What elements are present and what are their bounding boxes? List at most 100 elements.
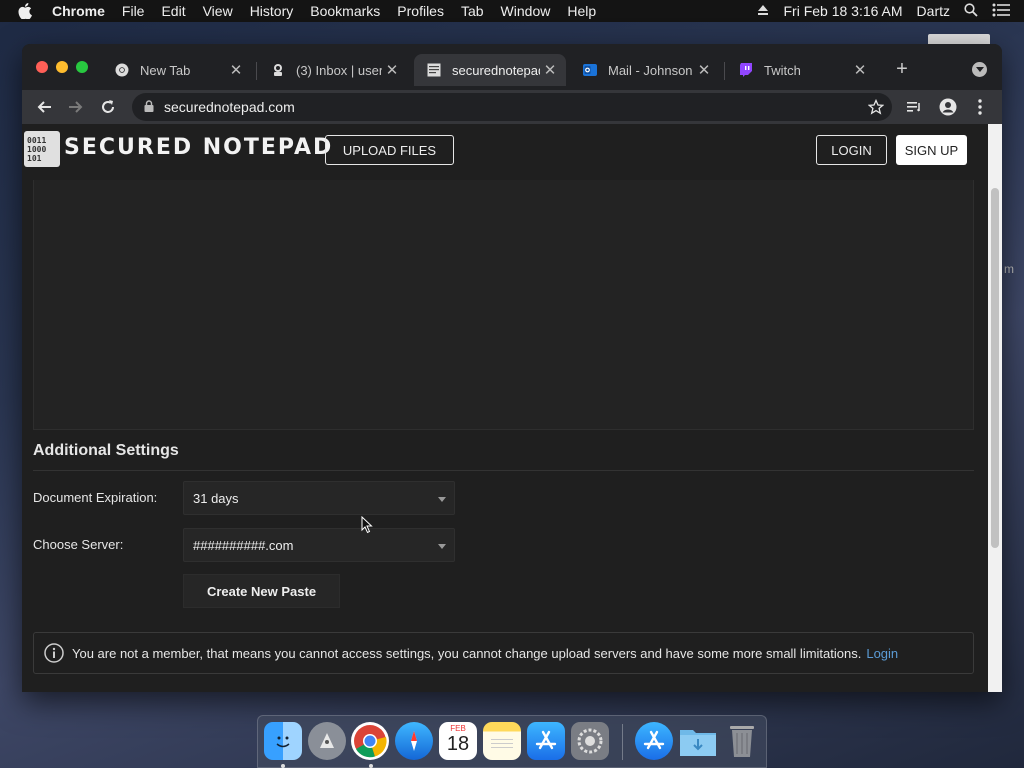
desktop-edge-text: m bbox=[1004, 262, 1014, 276]
tab-mail-johnson[interactable]: Mail - Johnson ✕ bbox=[570, 54, 720, 86]
tab-divider bbox=[256, 62, 257, 80]
apple-icon[interactable] bbox=[18, 3, 38, 19]
choose-server-select[interactable]: ##########.com bbox=[183, 528, 455, 562]
calendar-icon[interactable]: FEB 18 bbox=[439, 722, 477, 760]
close-tab-icon[interactable]: ✕ bbox=[382, 61, 402, 79]
reading-list-icon[interactable] bbox=[902, 95, 926, 119]
chrome-icon bbox=[114, 62, 130, 78]
chevron-down-icon bbox=[438, 497, 446, 502]
menu-history[interactable]: History bbox=[250, 3, 294, 19]
logo-bits-line: 1000 bbox=[27, 144, 47, 154]
scrollbar-thumb[interactable] bbox=[991, 188, 999, 548]
document-expiration-label: Document Expiration: bbox=[33, 490, 158, 505]
system-preferences-icon[interactable] bbox=[571, 722, 609, 760]
minimize-window-button[interactable] bbox=[56, 61, 68, 73]
tab-search-icon[interactable] bbox=[972, 62, 987, 77]
document-expiration-select[interactable]: 31 days bbox=[183, 481, 455, 515]
calendar-day: 18 bbox=[446, 733, 470, 755]
macos-dock: FEB 18 bbox=[257, 715, 767, 768]
site-header: 0011 1000 101 SECURED NOTEPAD UPLOAD FIL… bbox=[22, 124, 988, 180]
browser-toolbar: securednotepad.com bbox=[22, 90, 1002, 124]
control-center-icon[interactable] bbox=[992, 3, 1010, 20]
close-tab-icon[interactable]: ✕ bbox=[850, 61, 870, 79]
macos-menubar: Chrome File Edit View History Bookmarks … bbox=[0, 0, 1024, 22]
bookmark-star-icon[interactable] bbox=[864, 95, 888, 119]
tab-title: (3) Inbox | user bbox=[296, 62, 382, 78]
menu-app-name[interactable]: Chrome bbox=[52, 3, 105, 19]
page-scrollbar[interactable] bbox=[988, 124, 1002, 692]
running-indicator bbox=[369, 764, 373, 768]
tab-strip: New Tab ✕ (3) Inbox | user ✕ securednote… bbox=[22, 44, 1002, 90]
spotlight-search-icon[interactable] bbox=[964, 2, 978, 20]
menu-window[interactable]: Window bbox=[501, 3, 551, 19]
logo-icon[interactable]: 0011 1000 101 bbox=[24, 131, 60, 167]
mail-icon bbox=[270, 62, 286, 78]
chrome-icon[interactable] bbox=[351, 722, 389, 760]
outlook-icon bbox=[582, 62, 598, 78]
browser-window: New Tab ✕ (3) Inbox | user ✕ securednote… bbox=[22, 44, 1002, 692]
web-page: 0011 1000 101 SECURED NOTEPAD UPLOAD FIL… bbox=[22, 124, 1002, 692]
desktop-screen-thumbnail bbox=[928, 34, 990, 44]
eject-icon[interactable] bbox=[757, 3, 769, 19]
divider bbox=[33, 470, 974, 471]
tab-inbox[interactable]: (3) Inbox | user ✕ bbox=[258, 54, 408, 86]
app-store-icon[interactable] bbox=[527, 722, 565, 760]
downloads-folder-icon[interactable] bbox=[679, 722, 717, 760]
menubar-clock[interactable]: Fri Feb 18 3:16 AM bbox=[783, 3, 902, 19]
notepad-icon bbox=[426, 62, 442, 78]
twitch-icon bbox=[738, 62, 754, 78]
menu-file[interactable]: File bbox=[122, 3, 145, 19]
address-bar[interactable]: securednotepad.com bbox=[132, 93, 892, 121]
logo-bits-line: 0011 bbox=[27, 135, 47, 145]
site-logo-text[interactable]: SECURED NOTEPAD bbox=[64, 135, 333, 160]
url-text[interactable]: securednotepad.com bbox=[164, 99, 295, 115]
menu-profiles[interactable]: Profiles bbox=[397, 3, 444, 19]
additional-settings-heading: Additional Settings bbox=[33, 442, 179, 459]
menu-tab[interactable]: Tab bbox=[461, 3, 484, 19]
lock-icon[interactable] bbox=[144, 99, 154, 115]
safari-icon[interactable] bbox=[395, 722, 433, 760]
new-tab-button[interactable]: + bbox=[892, 58, 912, 81]
launchpad-icon[interactable] bbox=[308, 722, 346, 760]
reload-icon[interactable] bbox=[96, 95, 120, 119]
notes-icon[interactable] bbox=[483, 722, 521, 760]
select-value: ##########.com bbox=[193, 537, 294, 553]
close-tab-icon[interactable]: ✕ bbox=[694, 61, 714, 79]
upload-files-button[interactable]: UPLOAD FILES bbox=[325, 135, 454, 165]
notice-login-link[interactable]: Login bbox=[866, 646, 898, 661]
calendar-month: FEB bbox=[450, 724, 466, 733]
close-tab-icon[interactable]: ✕ bbox=[226, 61, 246, 79]
menu-view[interactable]: View bbox=[203, 3, 233, 19]
tab-title: Mail - Johnson bbox=[608, 62, 693, 78]
menu-help[interactable]: Help bbox=[567, 3, 596, 19]
trash-icon[interactable] bbox=[723, 722, 761, 760]
mouse-cursor-icon bbox=[361, 515, 373, 539]
finder-icon[interactable] bbox=[264, 722, 302, 760]
create-new-paste-button[interactable]: Create New Paste bbox=[183, 574, 340, 608]
menubar-user[interactable]: Dartz bbox=[917, 3, 950, 19]
tab-title: Twitch bbox=[764, 62, 801, 78]
zoom-window-button[interactable] bbox=[76, 61, 88, 73]
logo-bits-line: 101 bbox=[27, 153, 42, 163]
paste-text-area[interactable] bbox=[33, 180, 974, 430]
login-button[interactable]: LOGIN bbox=[816, 135, 887, 165]
chevron-down-icon bbox=[438, 544, 446, 549]
notice-text: You are not a member, that means you can… bbox=[72, 645, 862, 661]
close-tab-icon[interactable]: ✕ bbox=[540, 61, 560, 79]
menu-bookmarks[interactable]: Bookmarks bbox=[310, 3, 380, 19]
info-icon bbox=[44, 643, 64, 663]
back-arrow-icon[interactable] bbox=[32, 95, 56, 119]
tab-securednotepad[interactable]: securednotepad ✕ bbox=[414, 54, 566, 86]
tab-title: securednotepad bbox=[452, 62, 540, 78]
menu-edit[interactable]: Edit bbox=[161, 3, 185, 19]
profile-avatar-icon[interactable] bbox=[936, 95, 960, 119]
browser-menu-icon[interactable] bbox=[968, 95, 992, 119]
tab-twitch[interactable]: Twitch ✕ bbox=[726, 54, 876, 86]
tab-new-tab[interactable]: New Tab ✕ bbox=[102, 54, 252, 86]
forward-arrow-icon[interactable] bbox=[64, 95, 88, 119]
close-window-button[interactable] bbox=[36, 61, 48, 73]
dock-separator bbox=[622, 724, 623, 760]
app-store-icon[interactable] bbox=[635, 722, 673, 760]
running-indicator bbox=[281, 764, 285, 768]
sign-up-button[interactable]: SIGN UP bbox=[896, 135, 967, 165]
